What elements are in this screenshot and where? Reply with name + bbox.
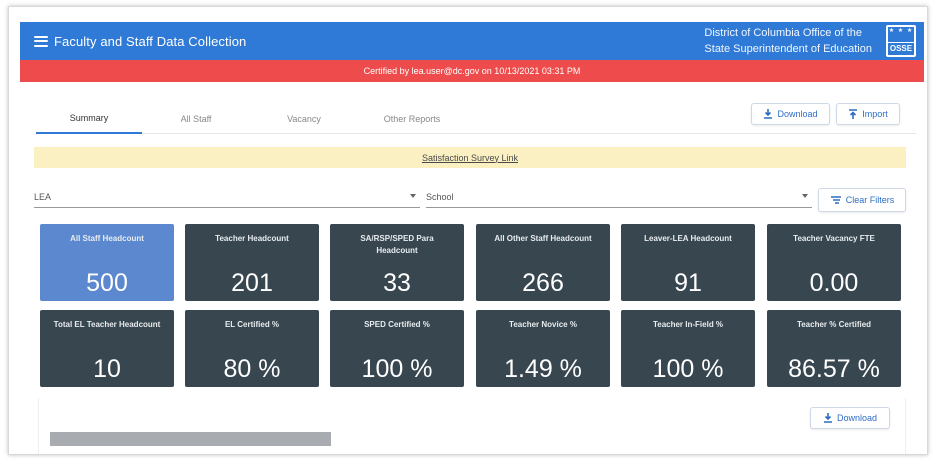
card-total-el-teacher-headcount[interactable]: Total EL Teacher Headcount 10 <box>40 310 174 387</box>
card-teacher-vacancy-fte[interactable]: Teacher Vacancy FTE 0.00 <box>767 224 901 301</box>
card-value: 100 % <box>652 355 724 383</box>
card-leaver-headcount[interactable]: Leaver-LEA Headcount 91 <box>621 224 755 301</box>
card-para-headcount[interactable]: SA/RSP/SPED Para Headcount 33 <box>330 224 464 301</box>
tab-vacancy[interactable]: Vacancy <box>250 104 358 134</box>
logo-text: OSSE <box>888 42 914 53</box>
download-icon <box>823 413 832 423</box>
certification-banner: Certified by lea.user@dc.gov on 10/13/20… <box>20 60 924 82</box>
filter-clear-icon <box>830 196 841 204</box>
card-label: EL Certified % <box>224 320 280 329</box>
clear-filters-button[interactable]: Clear Filters <box>818 188 906 212</box>
upload-icon <box>849 109 858 119</box>
chevron-down-icon <box>410 194 416 198</box>
tab-all-staff[interactable]: All Staff <box>142 104 250 134</box>
survey-banner: Satisfaction Survey Link <box>34 147 906 168</box>
tab-summary[interactable]: Summary <box>36 104 142 134</box>
card-value: 0.00 <box>809 269 859 297</box>
card-sped-certified[interactable]: SPED Certified % 100 % <box>330 310 464 387</box>
card-label: Teacher In-Field % <box>652 320 724 329</box>
card-label: Teacher % Certified <box>796 320 872 329</box>
download-button[interactable]: Download <box>751 103 830 125</box>
menu-icon[interactable] <box>34 35 48 47</box>
card-label: SPED Certified % <box>364 320 430 329</box>
org-name-line-1: District of Columbia Office of the <box>704 27 862 39</box>
card-label: SA/RSP/SPED Para Headcount <box>360 234 434 255</box>
logo-stars: ★ ★ ★ <box>888 28 914 34</box>
download-label: Download <box>777 109 818 119</box>
card-teacher-novice[interactable]: Teacher Novice % 1.49 % <box>476 310 610 387</box>
card-label: Leaver-LEA Headcount <box>644 234 732 243</box>
school-select-label: School <box>426 191 454 202</box>
osse-logo: ★ ★ ★ OSSE <box>886 25 916 57</box>
tab-other-reports[interactable]: Other Reports <box>358 104 466 134</box>
card-value: 91 <box>674 269 702 297</box>
card-label: Teacher Headcount <box>215 234 289 243</box>
school-select[interactable]: School <box>426 186 812 208</box>
card-teacher-in-field[interactable]: Teacher In-Field % 100 % <box>621 310 755 387</box>
clear-filters-label: Clear Filters <box>845 195 895 205</box>
organization-name: District of Columbia Office of the State… <box>704 25 872 57</box>
chevron-down-icon <box>802 194 808 198</box>
download-icon <box>764 109 773 119</box>
report-download-label: Download <box>836 413 878 423</box>
app-title: Faculty and Staff Data Collection <box>54 33 247 49</box>
card-label: All Other Staff Headcount <box>494 234 592 243</box>
card-value: 10 <box>93 355 121 383</box>
card-value: 201 <box>231 269 273 297</box>
card-value: 100 % <box>361 355 433 383</box>
card-value: 33 <box>383 269 411 297</box>
card-value: 1.49 % <box>504 355 582 383</box>
lea-select-label: LEA <box>34 191 52 202</box>
card-el-certified[interactable]: EL Certified % 80 % <box>185 310 319 387</box>
card-other-staff-headcount[interactable]: All Other Staff Headcount 266 <box>476 224 610 301</box>
card-all-staff-headcount[interactable]: All Staff Headcount 500 <box>40 224 174 301</box>
card-value: 86.57 % <box>788 355 880 383</box>
card-label: Teacher Novice % <box>509 320 577 329</box>
card-value: 500 <box>86 269 128 297</box>
card-label: Total EL Teacher Headcount <box>53 320 161 329</box>
card-teacher-headcount[interactable]: Teacher Headcount 201 <box>185 224 319 301</box>
import-label: Import <box>862 109 888 119</box>
card-teacher-certified[interactable]: Teacher % Certified 86.57 % <box>767 310 901 387</box>
app-header: Faculty and Staff Data Collection Distri… <box>20 22 924 60</box>
loading-placeholder <box>50 432 331 446</box>
lea-select[interactable]: LEA <box>34 186 420 208</box>
card-value: 80 % <box>223 355 281 383</box>
import-button[interactable]: Import <box>836 103 900 125</box>
card-value: 266 <box>522 269 564 297</box>
report-download-button[interactable]: Download <box>810 407 890 429</box>
card-label: Teacher Vacancy FTE <box>793 234 875 243</box>
certification-text: Certified by lea.user@dc.gov on 10/13/20… <box>363 66 581 76</box>
org-name-line-2: State Superintendent of Education <box>704 43 872 55</box>
satisfaction-survey-link[interactable]: Satisfaction Survey Link <box>422 153 518 163</box>
card-label: All Staff Headcount <box>70 234 144 243</box>
